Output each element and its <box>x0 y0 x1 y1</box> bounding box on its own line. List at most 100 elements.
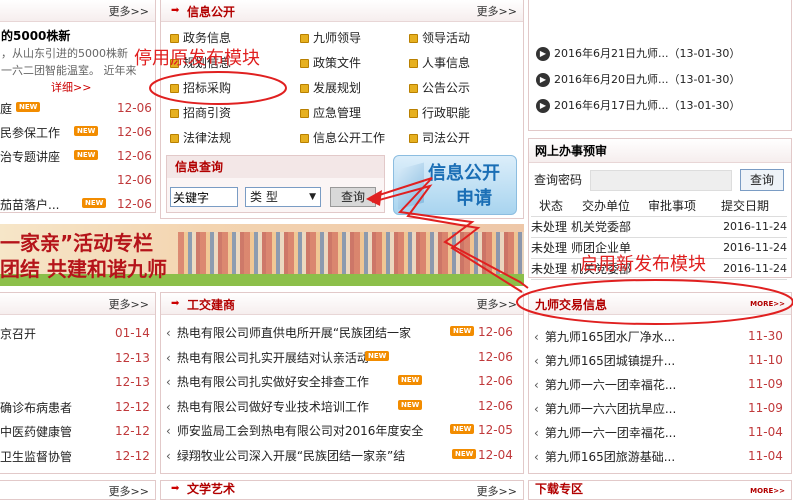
bottom-right-title: 下载专区 <box>535 482 584 496</box>
list-item[interactable]: ‹ 第九师165团水厂净水... <box>534 327 675 347</box>
list-item-text: 绿翔牧业公司深入开展“民族团结一家亲”结 <box>176 448 406 463</box>
new-badge: NEW <box>452 448 477 459</box>
chevron-left-icon: ‹ <box>534 426 539 440</box>
table-cell: 2016-11-24 <box>703 258 787 280</box>
info-grid-item[interactable]: 招商引资 <box>170 103 231 123</box>
list-item[interactable]: 卫生监督协管 <box>0 447 72 467</box>
more-link[interactable]: MORE>> <box>750 487 785 495</box>
list-item[interactable]: 京召开 <box>0 324 36 344</box>
bullet-icon <box>409 109 418 118</box>
list-item[interactable]: 茄苗落户... <box>0 195 59 215</box>
info-grid-item[interactable]: 信息公开工作 <box>300 128 385 148</box>
list-item[interactable]: ‹ 热电有限公司做好专业技术培训工作 <box>166 397 369 417</box>
play-icon: ▶ <box>536 47 550 61</box>
list-item-text: 2016年6月17日九师...（13-01-30） <box>554 99 741 112</box>
list-date: 12-12 <box>115 399 150 414</box>
chevron-left-icon: ‹ <box>166 350 171 365</box>
list-date: 12-12 <box>115 448 150 463</box>
list-date: 11-09 <box>748 377 783 391</box>
list-item[interactable]: ‹ 师安监局工会到热电有限公司对2016年度安全 <box>166 421 423 441</box>
list-item[interactable]: ▶ 2016年6月17日九师...（13-01-30） <box>536 96 740 116</box>
info-grid-item[interactable]: 法律法规 <box>170 128 231 148</box>
list-date: 12-06 <box>478 325 513 339</box>
list-item[interactable]: ‹ 第九师一六一团幸福花... <box>534 423 676 443</box>
new-badge: NEW <box>74 150 99 160</box>
info-grid-label: 应急管理 <box>313 106 362 120</box>
more-link[interactable]: 更多>> <box>109 3 149 19</box>
info-grid-label: 公告公示 <box>422 81 471 95</box>
list-date: 12-04 <box>478 447 513 462</box>
list-item[interactable]: ‹ 热电有限公司师直供电所开展“民族团结一家 <box>166 323 411 343</box>
list-date: 11-10 <box>748 353 783 367</box>
list-item[interactable]: ‹ 热电有限公司扎实开展结对认亲活动 <box>166 348 369 368</box>
list-date: 11-04 <box>748 425 783 439</box>
list-item[interactable]: 庭 <box>0 99 12 119</box>
list-item-text: 2016年6月21日九师...（13-01-30） <box>554 47 741 60</box>
info-grid-item[interactable]: 司法公开 <box>409 128 470 148</box>
type-select[interactable]: 类 型 ▼ <box>245 187 321 207</box>
banner[interactable]: 一家亲”活动专栏 团结 共建和谐九师 <box>0 224 524 286</box>
list-item[interactable]: ‹ 第九师一六六团抗旱应... <box>534 399 676 419</box>
chevron-left-icon: ‹ <box>534 354 539 368</box>
bottom-right-panel: 下载专区 MORE>> <box>528 480 792 500</box>
query-button[interactable]: 查询 <box>330 187 376 207</box>
info-grid-item[interactable]: 应急管理 <box>300 103 361 123</box>
list-item[interactable]: ‹ 热电有限公司扎实做好安全排查工作 <box>166 372 369 392</box>
trade-header: 九师交易信息 MORE>> <box>529 293 791 315</box>
list-item-text: 第九师165团城镇提升... <box>544 354 676 368</box>
new-badge: NEW <box>16 102 41 112</box>
list-item[interactable]: ‹ 第九师165团旅游基础... <box>534 447 675 467</box>
keyword-input[interactable] <box>170 187 238 207</box>
detail-link[interactable]: 详细>> <box>51 78 91 98</box>
info-grid-item[interactable]: 政策文件 <box>300 53 361 73</box>
chevron-left-icon: ‹ <box>534 330 539 344</box>
table-row[interactable]: 未处理 机关党委部 2016-11-24 <box>531 216 787 238</box>
list-item[interactable]: ‹ 绿翔牧业公司深入开展“民族团结一家亲”结 <box>166 446 405 466</box>
info-grid-item[interactable]: 人事信息 <box>409 53 470 73</box>
more-link[interactable]: 更多>> <box>477 483 517 499</box>
headline[interactable]: 的5000株新 <box>1 26 70 46</box>
more-link[interactable]: 更多>> <box>477 296 517 312</box>
list-date: 01-14 <box>115 326 150 340</box>
list-item[interactable]: 治专题讲座 <box>0 147 60 167</box>
list-date: 11-04 <box>748 449 783 463</box>
chevron-left-icon: ‹ <box>166 448 171 463</box>
info-grid-item[interactable]: 公告公示 <box>409 78 470 98</box>
info-grid-label: 人事信息 <box>422 56 471 70</box>
new-badge: NEW <box>82 198 107 208</box>
list-item[interactable]: ▶ 2016年6月21日九师...（13-01-30） <box>536 44 740 64</box>
chevron-left-icon: ‹ <box>166 326 171 340</box>
more-link[interactable]: 更多>> <box>109 296 149 312</box>
chevron-left-icon: ‹ <box>534 378 539 392</box>
arrow-icon: ➡ <box>171 298 180 309</box>
new-badge: NEW <box>74 126 99 136</box>
info-grid-item[interactable]: 发展规划 <box>300 78 361 98</box>
info-grid-item[interactable]: 行政职能 <box>409 103 470 123</box>
list-date: 11-30 <box>748 329 783 343</box>
info-grid-item[interactable]: 领导活动 <box>409 28 470 48</box>
list-item[interactable]: ▶ 2016年6月20日九师...（13-01-30） <box>536 70 740 90</box>
online-query-button[interactable]: 查询 <box>740 169 784 191</box>
list-item[interactable]: 确诊布病患者 <box>0 398 72 418</box>
more-link[interactable]: MORE>> <box>750 300 785 308</box>
info-apply-button[interactable]: 信息公开 申请 <box>393 155 517 215</box>
info-grid-item[interactable]: 九师领导 <box>300 28 361 48</box>
list-item-text: 2016年6月20日九师...（13-01-30） <box>554 73 741 86</box>
arrow-icon: ➡ <box>171 5 180 16</box>
arrow-icon: ➡ <box>171 483 180 494</box>
more-link[interactable]: 更多>> <box>477 3 517 19</box>
cube-icon <box>398 162 424 210</box>
new-badge: NEW <box>365 350 390 361</box>
more-link[interactable]: 更多>> <box>109 483 149 499</box>
list-item[interactable]: 民参保工作 <box>0 123 60 143</box>
password-input[interactable] <box>590 170 732 191</box>
list-item[interactable]: ‹ 第九师165团城镇提升... <box>534 351 675 371</box>
list-item[interactable]: ‹ 第九师一六一团幸福花... <box>534 375 676 395</box>
play-icon: ▶ <box>536 73 550 87</box>
bottom-mid-panel: ➡ 文学艺术 更多>> <box>160 480 524 500</box>
bullet-icon <box>170 109 179 118</box>
apply-line-1: 信息公开 <box>428 163 500 184</box>
info-grid-item[interactable]: 招标采购 <box>170 78 231 98</box>
list-date: 12-13 <box>115 350 150 365</box>
list-item[interactable]: 中医药健康管 <box>0 422 72 442</box>
